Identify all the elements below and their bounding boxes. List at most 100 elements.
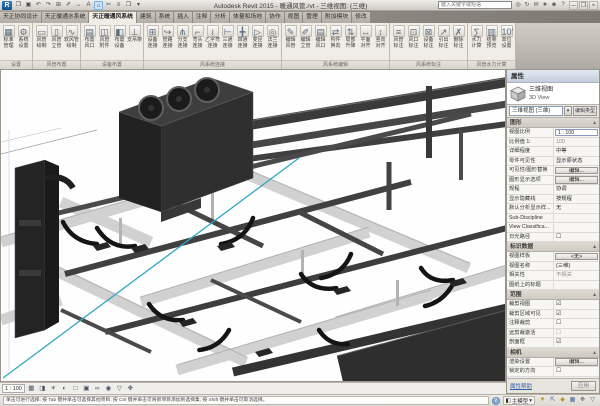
shadows-icon[interactable]: ◐ — [60, 384, 69, 393]
undo-icon[interactable]: ↶ — [34, 1, 43, 10]
sign-in-user-icon[interactable]: ☻ — [550, 1, 558, 10]
tab-tz-air-system[interactable]: 天正暖通风系统 — [89, 12, 137, 23]
property-row[interactable]: 规程协调 — [507, 185, 599, 195]
ribbon-button[interactable]: ↕竖向 对齐 — [373, 24, 388, 49]
property-row[interactable]: 默认分析显示样...无 — [507, 204, 599, 214]
select-underlay-icon[interactable]: ⇱ — [548, 396, 557, 405]
property-row[interactable]: 相关性不相关 — [507, 271, 599, 281]
property-row[interactable]: 注释裁剪☐ — [507, 319, 599, 329]
minimize-button[interactable]: ─ — [569, 1, 578, 10]
revit-app-menu-button[interactable]: R — [2, 1, 12, 10]
properties-help-link[interactable]: 属性帮助 — [510, 382, 532, 390]
properties-header[interactable]: 属性 — [507, 70, 599, 83]
property-row[interactable]: View Classifica... — [507, 223, 599, 233]
tab-analyze[interactable]: 分析 — [211, 12, 230, 23]
tab-systems[interactable]: 系统 — [156, 12, 175, 23]
apply-button[interactable]: 应用 — [571, 381, 596, 391]
communication-center-icon[interactable]: ✉ — [532, 1, 540, 10]
property-row[interactable]: 裁剪视图☑ — [507, 300, 599, 310]
property-row[interactable]: 视图比例1 : 100 — [507, 128, 599, 138]
tab-annotate[interactable]: 注释 — [193, 12, 212, 23]
property-row[interactable]: 视图样板<无> — [507, 252, 599, 262]
property-row[interactable]: 视图名称{三维} — [507, 262, 599, 272]
ribbon-button[interactable]: ⋔分支 连接 — [175, 24, 190, 49]
property-row[interactable]: 零件可见性显示原状态 — [507, 157, 599, 167]
tab-tz-collaboration[interactable]: 天正协同设计 — [0, 12, 42, 23]
subscription-center-icon[interactable]: ↻ — [523, 1, 531, 10]
ribbon-button[interactable]: ↔平面 对齐 — [358, 24, 373, 49]
sun-path-icon[interactable]: ☀ — [49, 384, 58, 393]
ribbon-button[interactable]: ◧布置 设备 — [112, 24, 127, 49]
ribbon-button[interactable]: ⊥支吊架 — [127, 24, 142, 44]
ribbon-button[interactable]: ▥结果 预览 — [484, 24, 499, 49]
ribbon-button[interactable]: ⊡风口 标注 — [406, 24, 421, 49]
restore-button[interactable]: ❐ — [579, 1, 588, 10]
tab-architecture[interactable]: 建筑 — [137, 12, 156, 23]
view-scale-button[interactable]: 1 : 100 — [2, 384, 25, 393]
ribbon-button[interactable]: ≀乙字弯 连接 — [205, 24, 220, 49]
ribbon-button[interactable]: ⚙系统 设置 — [16, 24, 31, 49]
ribbon-button[interactable]: ✗删除 标注 — [451, 24, 466, 49]
default-3d-view-icon[interactable]: ⌂ — [94, 1, 103, 10]
status-help-icon[interactable]: ? — [492, 397, 500, 405]
section-camera[interactable]: 相机▴ — [507, 348, 599, 358]
property-row[interactable]: 锁定的方向☐ — [507, 367, 599, 377]
ribbon-button[interactable]: ⊢三通 连接 — [220, 24, 235, 49]
ribbon-button[interactable]: ▦标准 管理 — [1, 24, 16, 49]
property-row[interactable]: 日光路径☐ — [507, 233, 599, 243]
ribbon-button[interactable]: ⊠设备 标注 — [421, 24, 436, 49]
tab-collaborate[interactable]: 协作 — [266, 12, 285, 23]
temporary-view-properties-icon[interactable]: ▽ — [115, 384, 124, 393]
ribbon-button[interactable]: ∑水力 计算 — [469, 24, 484, 49]
redo-icon[interactable]: ↷ — [44, 1, 53, 10]
tab-manage[interactable]: 管理 — [303, 12, 322, 23]
property-row[interactable]: 显示隐藏线按规程 — [507, 195, 599, 205]
property-row[interactable]: 详细程度中等 — [507, 147, 599, 157]
text-icon[interactable]: A — [84, 1, 93, 10]
ribbon-button[interactable]: ◫风管 附件 — [97, 24, 112, 49]
displacement-sets-icon[interactable]: ✥ — [126, 384, 135, 393]
show-crop-region-icon[interactable]: ▣ — [82, 384, 91, 393]
property-row[interactable]: 图纸上的标题 — [507, 281, 599, 291]
property-row[interactable]: 渲染设置编辑... — [507, 358, 599, 368]
aligned-dimension-icon[interactable]: ↔ — [74, 1, 83, 10]
ribbon-button[interactable]: ↗引出 标注 — [436, 24, 451, 49]
ribbon-button[interactable]: ◎法兰 连接 — [265, 24, 280, 49]
tab-addins[interactable]: 附加模块 — [322, 12, 352, 23]
property-row[interactable]: 可见性/图形替换编辑... — [507, 166, 599, 176]
qat-customize-icon[interactable]: ▾ — [134, 1, 143, 10]
section-identity-data[interactable]: 标识数据▴ — [507, 242, 599, 252]
tab-insert[interactable]: 插入 — [174, 12, 193, 23]
ribbon-button[interactable]: ⇄构件 换向 — [328, 24, 343, 49]
ribbon-button[interactable]: ✐编辑 立管 — [298, 24, 313, 49]
section-graphics[interactable]: 图形▴ — [507, 118, 599, 128]
search-binoculars-icon[interactable]: ◎ — [514, 1, 522, 10]
crop-view-icon[interactable]: □ — [71, 384, 80, 393]
property-row[interactable]: 远剪裁激活☐ — [507, 329, 599, 339]
switch-windows-icon[interactable]: ❒ — [124, 1, 133, 10]
select-links-icon[interactable]: ▼ — [538, 396, 547, 405]
design-options-control[interactable]: ◧ 主模型 ▾ — [503, 396, 535, 405]
ribbon-button[interactable]: ⊞设备 连接 — [145, 24, 160, 49]
ribbon-button[interactable]: ≡风管 标注 — [391, 24, 406, 49]
ribbon-button[interactable]: ▭风管 绘制 — [34, 24, 49, 49]
measure-icon[interactable]: ✐ — [64, 1, 73, 10]
property-row[interactable]: 剖面框☑ — [507, 338, 599, 348]
close-button[interactable]: × — [589, 1, 598, 10]
thin-lines-icon[interactable]: ≡ — [114, 1, 123, 10]
ribbon-button[interactable]: ▤编辑 风口 — [313, 24, 328, 49]
detail-level-icon[interactable]: ▦ — [27, 384, 36, 393]
property-row[interactable]: 图形显示选项编辑... — [507, 176, 599, 186]
filter-icon[interactable]: ▽ — [588, 396, 597, 405]
help-icon[interactable]: ? — [559, 1, 567, 10]
select-by-face-icon[interactable]: ▦ — [568, 396, 577, 405]
select-pinned-icon[interactable]: ◆ — [558, 396, 567, 405]
property-row[interactable]: 比例值 1:100 — [507, 138, 599, 148]
property-row[interactable]: Sub-Discipline — [507, 214, 599, 224]
ribbon-button[interactable]: ╋四通 连接 — [235, 24, 250, 49]
ribbon-button[interactable]: ▯风管 立管 — [49, 24, 64, 49]
ribbon-button[interactable]: ∿软风管 绘制 — [64, 24, 79, 49]
temporary-hide-isolate-icon[interactable]: ∞ — [93, 384, 102, 393]
ribbon-button[interactable]: ✎编辑 风管 — [283, 24, 298, 49]
property-row[interactable]: 裁剪区域可见☑ — [507, 310, 599, 320]
